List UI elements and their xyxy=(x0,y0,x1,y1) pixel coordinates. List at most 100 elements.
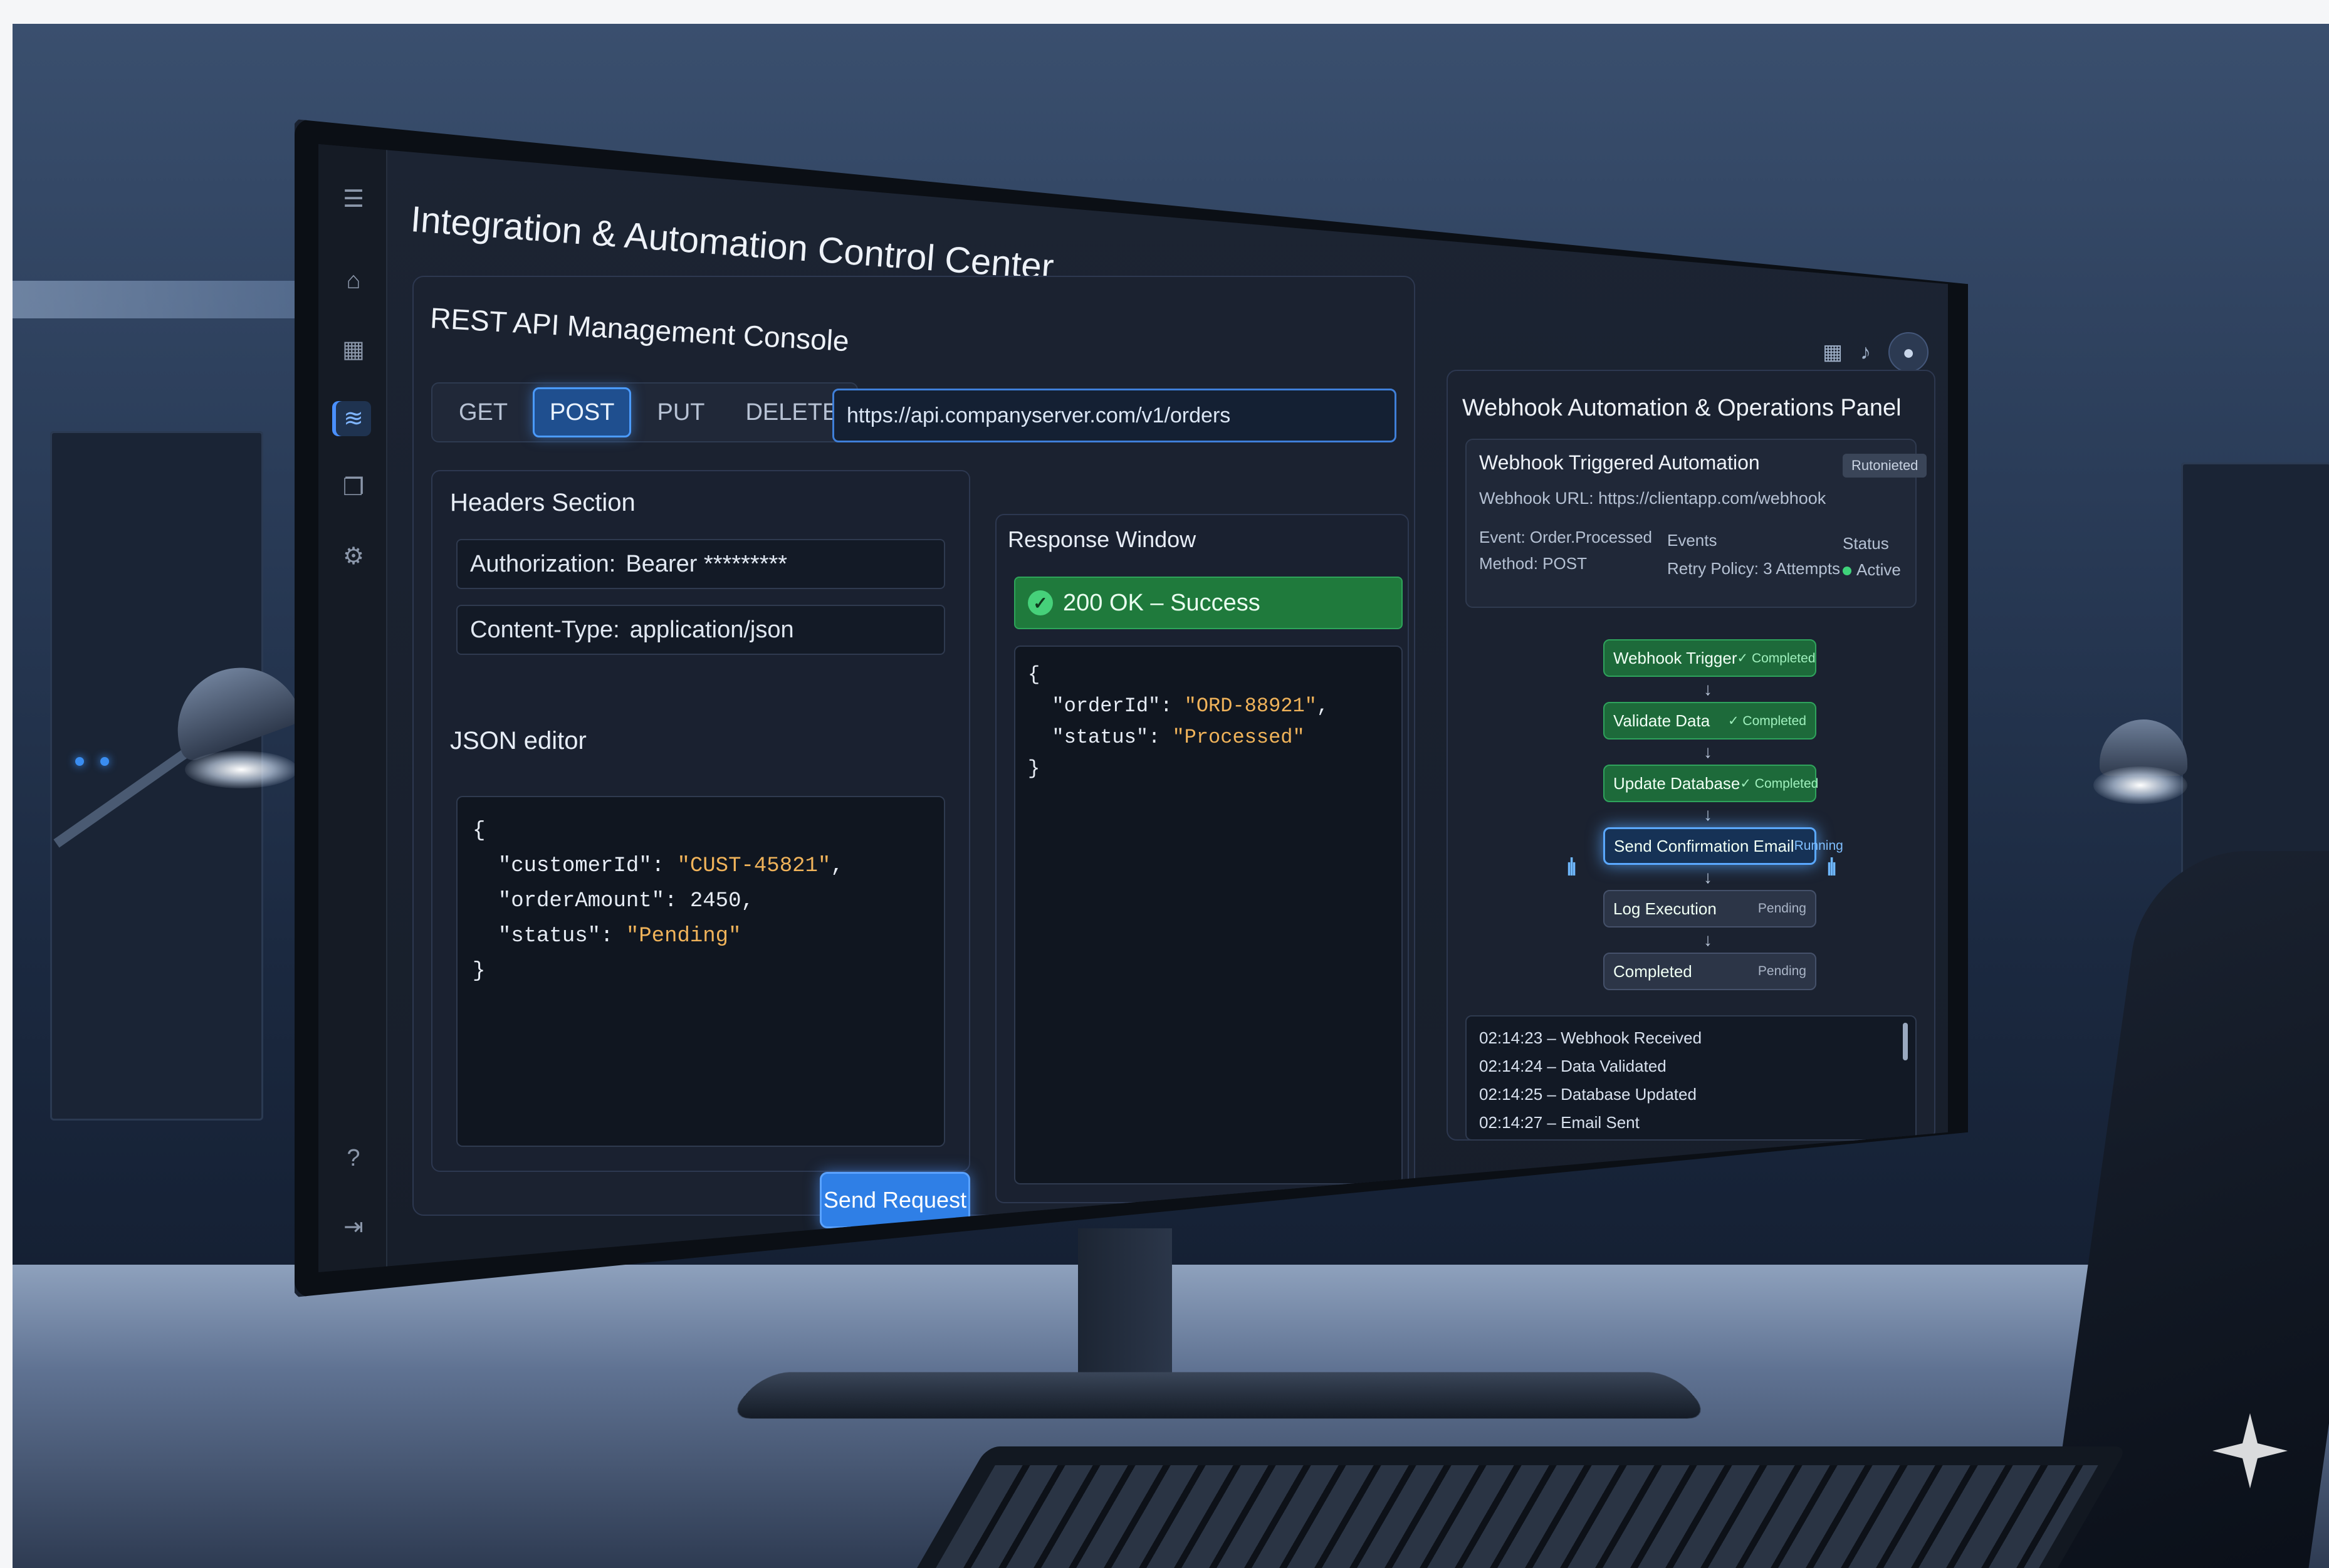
header-value: application/json xyxy=(630,617,794,644)
response-status-banner: ✓ 200 OK – Success xyxy=(1014,577,1403,629)
tab-put[interactable]: PUT xyxy=(634,387,728,437)
lamp-glow xyxy=(2093,766,2187,804)
flow-step-webhook-trigger[interactable]: Webhook Trigger ✓ Completed xyxy=(1603,639,1816,677)
ceiling-light xyxy=(13,281,313,318)
json-editor[interactable]: { "customerId": "CUST-45821", "orderAmou… xyxy=(456,796,945,1147)
header-value: Bearer ********* xyxy=(625,551,787,578)
status-text: 200 OK – Success xyxy=(1063,590,1260,617)
retry-policy: Retry Policy: 3 Attempts xyxy=(1667,559,1840,578)
json-key: "customerId" xyxy=(498,854,652,878)
arrow-down-icon: ↓ xyxy=(1704,931,1712,949)
flow-step-update-database[interactable]: Update Database ✓ Completed xyxy=(1603,765,1816,802)
webhook-url: Webhook URL: https://clientapp.com/webho… xyxy=(1479,489,1826,508)
http-method-tabs: GET POST PUT DELETE xyxy=(431,382,858,442)
keyboard xyxy=(893,1446,2128,1568)
check-circle-icon: ✓ xyxy=(1028,590,1053,615)
flow-step-label: Completed xyxy=(1613,962,1692,981)
flow-step-status: ✓ Completed xyxy=(1737,651,1816,666)
json-key: "status" xyxy=(1052,726,1148,749)
layers-icon[interactable]: ≋ xyxy=(336,401,371,436)
webhook-card-title: Webhook Triggered Automation xyxy=(1479,451,1760,474)
tab-get[interactable]: GET xyxy=(436,387,530,437)
activity-wave-icon: ılı xyxy=(1826,854,1834,882)
authorization-header-field[interactable]: Authorization: Bearer ********* xyxy=(456,539,945,589)
monitor-base xyxy=(725,1372,1714,1419)
json-value: "Pending" xyxy=(626,924,741,948)
menu-icon[interactable]: ☰ xyxy=(336,182,371,217)
json-key: "orderId" xyxy=(1052,694,1160,718)
header-key: Authorization: xyxy=(470,551,615,578)
webhook-card: Webhook Triggered Automation Rutonieted … xyxy=(1465,439,1917,608)
status-active-text: Active xyxy=(1856,560,1901,579)
status-badge: Rutonieted xyxy=(1843,454,1927,478)
log-entry: 02:14:25 – Database Updated xyxy=(1479,1080,1903,1109)
arrow-down-icon: ↓ xyxy=(1704,869,1712,886)
status-label: Status xyxy=(1843,534,1889,553)
grid-icon[interactable]: ▦ xyxy=(336,332,371,367)
arrow-down-icon: ↓ xyxy=(1704,806,1712,823)
header-key: Content-Type: xyxy=(470,617,620,644)
execution-log[interactable]: 02:14:23 – Webhook Received 02:14:24 – D… xyxy=(1465,1015,1917,1141)
flow-step-label: Log Execution xyxy=(1613,899,1717,919)
json-value: "CUST-45821" xyxy=(677,854,830,878)
settings-icon[interactable]: ⚙ xyxy=(336,539,371,574)
flow-step-status: Pending xyxy=(1758,964,1806,979)
monitor-stand xyxy=(1078,1228,1172,1391)
json-brace: { xyxy=(473,819,485,843)
copy-icon[interactable]: ❐ xyxy=(336,470,371,505)
calendar-icon[interactable]: ▦ xyxy=(1823,342,1843,363)
flow-step-log-execution[interactable]: Log Execution Pending xyxy=(1603,890,1816,928)
json-brace: { xyxy=(1028,663,1040,686)
content-type-header-field[interactable]: Content-Type: application/json xyxy=(456,605,945,655)
flow-step-label: Validate Data xyxy=(1613,711,1710,731)
monitor-screen: ☰ ⌂ ▦ ≋ ❐ ⚙ ? ⇥ Integration & Automation… xyxy=(318,144,1948,1272)
response-label: Response Window xyxy=(1008,526,1196,553)
lamp-glow xyxy=(185,751,298,788)
json-value: "Processed" xyxy=(1172,726,1304,749)
flow-step-status: Pending xyxy=(1758,901,1806,916)
top-toolbar: ▦ ♪ ● xyxy=(1823,332,1929,372)
json-value: 2450 xyxy=(690,889,741,913)
webhook-event: Event: Order.Processed xyxy=(1479,528,1652,547)
home-icon[interactable]: ⌂ xyxy=(336,263,371,298)
bell-icon[interactable]: ♪ xyxy=(1860,342,1871,363)
page-title: Integration & Automation Control Center xyxy=(409,198,1055,288)
flow-step-status: ✓ Completed xyxy=(1728,713,1806,729)
json-key: "status" xyxy=(498,924,600,948)
activity-wave-icon: ılı xyxy=(1566,854,1574,882)
log-scrollbar[interactable] xyxy=(1903,1023,1908,1060)
border xyxy=(0,0,13,1568)
active-dot-icon xyxy=(1843,567,1851,575)
led-light xyxy=(75,757,84,766)
json-value: "ORD-88921" xyxy=(1185,694,1317,718)
flow-step-label: Update Database xyxy=(1613,774,1740,793)
json-editor-label: JSON editor xyxy=(450,727,587,755)
response-body: { "orderId": "ORD-88921", "status": "Pro… xyxy=(1014,645,1403,1184)
webhook-panel-title: Webhook Automation & Operations Panel xyxy=(1462,395,1902,422)
led-light xyxy=(100,757,109,766)
flow-step-status: Running xyxy=(1794,839,1843,854)
tab-post[interactable]: POST xyxy=(533,387,631,437)
json-key: "orderAmount" xyxy=(498,889,664,913)
logout-icon[interactable]: ⇥ xyxy=(336,1210,371,1245)
flow-step-completed[interactable]: Completed Pending xyxy=(1603,953,1816,990)
status-value: Active xyxy=(1843,560,1901,580)
flow-step-label: Webhook Trigger xyxy=(1613,649,1737,668)
help-icon[interactable]: ? xyxy=(336,1141,371,1176)
arrow-down-icon: ↓ xyxy=(1704,681,1712,698)
url-input[interactable] xyxy=(832,389,1396,442)
headers-label: Headers Section xyxy=(450,489,636,517)
sidebar: ☰ ⌂ ▦ ≋ ❐ ⚙ ? ⇥ xyxy=(318,144,387,1272)
json-brace: } xyxy=(1028,757,1040,780)
webhook-method: Method: POST xyxy=(1479,554,1587,573)
json-brace: } xyxy=(473,959,485,983)
log-entry: 02:14:23 – Webhook Received xyxy=(1479,1024,1903,1052)
arrow-down-icon: ↓ xyxy=(1704,743,1712,761)
events-label: Events xyxy=(1667,531,1717,550)
border xyxy=(0,0,2329,24)
flow-step-validate-data[interactable]: Validate Data ✓ Completed xyxy=(1603,702,1816,740)
user-avatar[interactable]: ● xyxy=(1888,332,1929,372)
flow-step-send-email[interactable]: Send Confirmation Email Running xyxy=(1603,827,1816,865)
log-entry: 02:14:27 – Email Sent xyxy=(1479,1109,1903,1137)
flow-step-status: ✓ Completed xyxy=(1740,776,1818,792)
